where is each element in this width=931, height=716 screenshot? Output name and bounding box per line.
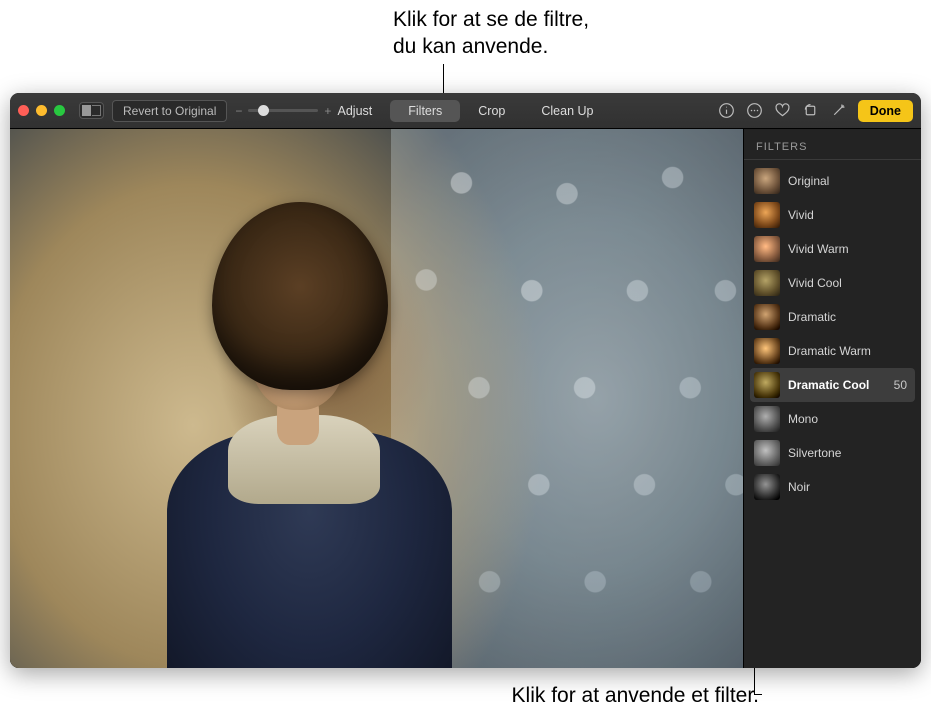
zoom-slider[interactable]: − + <box>235 104 331 118</box>
filter-thumbnail <box>754 474 780 500</box>
filter-thumbnail <box>754 202 780 228</box>
tab-crop[interactable]: Crop <box>460 100 523 122</box>
filter-item-vivid-cool[interactable]: Vivid Cool <box>744 266 921 300</box>
close-window-button[interactable] <box>18 105 29 116</box>
filter-thumbnail <box>754 440 780 466</box>
more-icon[interactable] <box>746 102 764 120</box>
filter-item-vivid[interactable]: Vivid <box>744 198 921 232</box>
filter-thumbnail <box>754 372 780 398</box>
filter-thumbnail <box>754 338 780 364</box>
filter-label: Vivid Cool <box>788 276 911 290</box>
photo-canvas[interactable] <box>10 129 743 668</box>
annotation-top: Klik for at se de filtre,du kan anvende. <box>393 6 693 61</box>
app-window: Revert to Original − + AdjustFiltersCrop… <box>10 93 921 668</box>
zoom-out-icon: − <box>235 104 242 118</box>
favorite-icon[interactable] <box>774 102 792 120</box>
done-button[interactable]: Done <box>858 100 913 122</box>
filter-item-noir[interactable]: Noir <box>744 470 921 504</box>
annotation-bottom: Klik for at anvende et filter. <box>419 682 759 709</box>
filter-item-silvertone[interactable]: Silvertone <box>744 436 921 470</box>
filter-thumbnail <box>754 406 780 432</box>
filter-list: Original Vivid Vivid Warm Vivid Cool Dramati… <box>744 160 921 504</box>
minimize-window-button[interactable] <box>36 105 47 116</box>
filter-item-vivid-warm[interactable]: Vivid Warm <box>744 232 921 266</box>
filter-thumbnail <box>754 304 780 330</box>
filter-item-mono[interactable]: Mono <box>744 402 921 436</box>
filter-label: Vivid <box>788 208 911 222</box>
revert-button[interactable]: Revert to Original <box>112 100 227 122</box>
tab-filters[interactable]: Filters <box>390 100 460 122</box>
filter-label: Vivid Warm <box>788 242 911 256</box>
toolbar: Revert to Original − + AdjustFiltersCrop… <box>10 93 921 129</box>
filter-label: Noir <box>788 480 911 494</box>
filter-thumbnail <box>754 168 780 194</box>
photo-subject <box>98 172 479 668</box>
filter-intensity-value: 50 <box>894 378 911 392</box>
filters-sidebar: FILTERS Original Vivid Vivid Warm Vivid Coo… <box>743 129 921 668</box>
view-mode-toggle[interactable] <box>79 102 104 119</box>
wand-icon[interactable] <box>830 102 848 120</box>
filter-item-original[interactable]: Original <box>744 164 921 198</box>
tab-adjust[interactable]: Adjust <box>320 100 391 122</box>
filter-thumbnail <box>754 270 780 296</box>
filter-label: Dramatic Warm <box>788 344 911 358</box>
filter-label: Dramatic <box>788 310 911 324</box>
annotation-line <box>754 694 762 695</box>
info-icon[interactable] <box>718 102 736 120</box>
filter-label: Mono <box>788 412 911 426</box>
filter-label: Dramatic Cool <box>788 378 886 392</box>
filter-item-dramatic-cool[interactable]: Dramatic Cool 50 <box>750 368 915 402</box>
filter-label: Original <box>788 174 911 188</box>
tab-clean-up[interactable]: Clean Up <box>523 100 611 122</box>
filter-item-dramatic-warm[interactable]: Dramatic Warm <box>744 334 921 368</box>
filter-label: Silvertone <box>788 446 911 460</box>
window-controls <box>18 105 65 116</box>
filter-thumbnail <box>754 236 780 262</box>
sidebar-title: FILTERS <box>744 137 921 160</box>
zoom-window-button[interactable] <box>54 105 65 116</box>
rotate-icon[interactable] <box>802 102 820 120</box>
edit-tabs: AdjustFiltersCropClean Up <box>320 100 612 122</box>
filter-item-dramatic[interactable]: Dramatic <box>744 300 921 334</box>
